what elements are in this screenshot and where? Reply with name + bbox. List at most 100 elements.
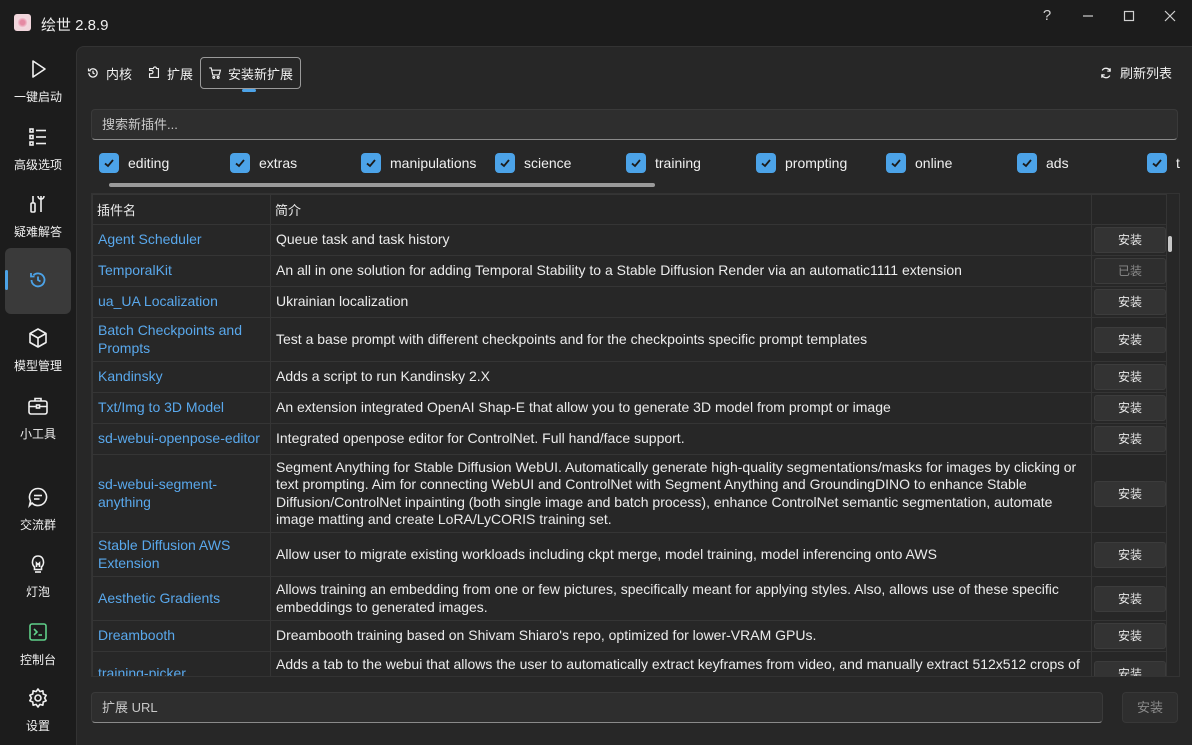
column-header-description[interactable]: 简介: [270, 194, 1092, 225]
sidebar-item-label: 高级选项: [13, 158, 62, 172]
extension-name-link[interactable]: Stable Diffusion AWS Extension: [92, 532, 271, 577]
extension-name-link[interactable]: Txt/Img to 3D Model: [92, 392, 271, 424]
checkbox-checked-icon: [886, 153, 906, 173]
extension-name-link[interactable]: ua_UA Localization: [92, 286, 271, 318]
extension-name-link[interactable]: TemporalKit: [92, 255, 271, 287]
console-icon: [29, 623, 47, 641]
history-icon: [30, 272, 46, 288]
sidebar-item-label: 设置: [25, 719, 50, 733]
checkbox-checked-icon: [495, 153, 515, 173]
extension-description: Queue task and task history: [270, 224, 1092, 256]
sidebar-item-community[interactable]: 交流群: [5, 486, 71, 552]
extension-name-link[interactable]: sd-webui-segment-anything: [92, 454, 271, 533]
extension-description: Test a base prompt with different checkp…: [270, 317, 1092, 362]
sidebar-item-version[interactable]: [5, 248, 71, 314]
install-button[interactable]: 安装: [1094, 395, 1166, 421]
table-row: Txt/Img to 3D Model An extension integrat…: [92, 392, 1167, 424]
tab-label: 安装新扩展: [228, 66, 294, 82]
extension-name-link[interactable]: Agent Scheduler: [92, 224, 271, 256]
minimize-icon: [1083, 15, 1093, 17]
play-icon: [32, 60, 46, 78]
extension-description: Dreambooth training based on Shivam Shia…: [270, 620, 1092, 652]
sidebar-item-label: 模型管理: [13, 359, 62, 373]
help-button[interactable]: ?: [1027, 6, 1067, 26]
install-button[interactable]: 安装: [1094, 289, 1166, 315]
table-row: Kandinsky Adds a script to run Kandinsky …: [92, 361, 1167, 393]
tab-label: 内核: [106, 66, 133, 82]
install-button[interactable]: 安装: [1094, 480, 1166, 507]
tab-core[interactable]: 内核: [79, 57, 139, 89]
extension-name-link[interactable]: Dreambooth: [92, 620, 271, 652]
filter-checkbox[interactable]: prompting: [756, 153, 847, 173]
app-title: 绘世 2.8.9: [41, 17, 109, 34]
filter-label: t: [1176, 155, 1180, 171]
install-button[interactable]: 安装: [1094, 585, 1166, 612]
extension-name-link[interactable]: Kandinsky: [92, 361, 271, 393]
filter-label: online: [915, 155, 953, 171]
table-row: Dreambooth Dreambooth training based on S…: [92, 620, 1167, 652]
filter-checkbox[interactable]: manipulations: [361, 153, 476, 173]
tab-label: 扩展: [167, 66, 194, 82]
tab-extensions[interactable]: 扩展: [140, 57, 200, 89]
filter-checkbox[interactable]: t: [1147, 153, 1180, 173]
sidebar: 一键启动 高级选项 疑难解答 模型管理 小工具 交流群 灯泡 控制台 设置: [0, 46, 76, 745]
tools-icon: [30, 195, 45, 213]
title-bar: 绘世 2.8.9 ?: [0, 0, 1192, 46]
filter-label: training: [655, 155, 701, 171]
install-button[interactable]: 安装: [1094, 326, 1166, 353]
sidebar-item-console[interactable]: 控制台: [5, 621, 71, 687]
sidebar-item-advanced[interactable]: 高级选项: [5, 126, 71, 192]
sidebar-item-settings[interactable]: 设置: [5, 687, 71, 745]
sidebar-item-launch[interactable]: 一键启动: [5, 58, 71, 124]
filter-checkbox[interactable]: science: [495, 153, 571, 173]
checkbox-checked-icon: [1017, 153, 1037, 173]
extensions-table: 插件名 简介 Agent Scheduler Queue task and tas…: [91, 193, 1180, 677]
checkbox-checked-icon: [626, 153, 646, 173]
filter-checkbox[interactable]: editing: [99, 153, 169, 173]
filter-checkbox[interactable]: extras: [230, 153, 297, 173]
sidebar-item-lightbulb[interactable]: 灯泡: [5, 553, 71, 619]
table-row: Stable Diffusion AWS Extension Allow user…: [92, 532, 1167, 577]
extension-url-input[interactable]: [91, 692, 1103, 723]
install-button[interactable]: 安装: [1094, 364, 1166, 390]
install-button[interactable]: 安装: [1094, 541, 1166, 568]
install-button[interactable]: 安装: [1094, 660, 1166, 676]
extension-name-link[interactable]: Aesthetic Gradients: [92, 576, 271, 621]
maximize-button[interactable]: [1109, 6, 1149, 26]
column-header-name[interactable]: 插件名: [92, 194, 271, 225]
url-install-button[interactable]: 安装: [1122, 692, 1178, 723]
filter-label: manipulations: [390, 155, 477, 171]
search-input[interactable]: [91, 109, 1178, 140]
refresh-icon: [1101, 67, 1111, 78]
close-window-button[interactable]: [1150, 6, 1190, 26]
sidebar-item-models[interactable]: 模型管理: [5, 327, 71, 393]
table-row: Aesthetic Gradients Allows training an em…: [92, 576, 1167, 621]
filter-label: ads: [1046, 155, 1069, 171]
filter-checkbox[interactable]: ads: [1017, 153, 1069, 173]
table-row: ua_UA Localization Ukrainian localization…: [92, 286, 1167, 318]
table-row: Batch Checkpoints and Prompts Test a base…: [92, 317, 1167, 362]
installed-button[interactable]: 已装: [1094, 258, 1166, 284]
install-button[interactable]: 安装: [1094, 426, 1166, 452]
table-vertical-scrollbar[interactable]: [1168, 236, 1172, 252]
sidebar-item-tools[interactable]: 小工具: [5, 395, 71, 461]
install-button[interactable]: 安装: [1094, 227, 1166, 253]
category-filters: editing extras manipulations science trainin…: [99, 153, 1192, 179]
filter-checkbox[interactable]: training: [626, 153, 701, 173]
minimize-button[interactable]: [1068, 6, 1108, 26]
extension-description: Segment Anything for Stable Diffusion We…: [270, 454, 1092, 533]
extension-description: Allows training an embedding from one or…: [270, 576, 1092, 621]
checkbox-checked-icon: [361, 153, 381, 173]
extension-name-link[interactable]: Batch Checkpoints and Prompts: [92, 317, 271, 362]
tab-active-indicator: [242, 89, 256, 92]
filter-horizontal-scrollbar[interactable]: [109, 183, 655, 187]
toolbox-icon: [28, 397, 48, 415]
filter-label: extras: [259, 155, 298, 171]
tab-install-new[interactable]: 安装新扩展: [200, 57, 302, 89]
table-row: sd-webui-segment-anything Segment Anythin…: [92, 454, 1167, 533]
refresh-list-button[interactable]: 刷新列表: [1099, 63, 1172, 82]
filter-checkbox[interactable]: online: [886, 153, 952, 173]
extension-name-link[interactable]: training-picker: [92, 651, 271, 676]
extension-name-link[interactable]: sd-webui-openpose-editor: [92, 423, 271, 455]
install-button[interactable]: 安装: [1094, 623, 1166, 649]
